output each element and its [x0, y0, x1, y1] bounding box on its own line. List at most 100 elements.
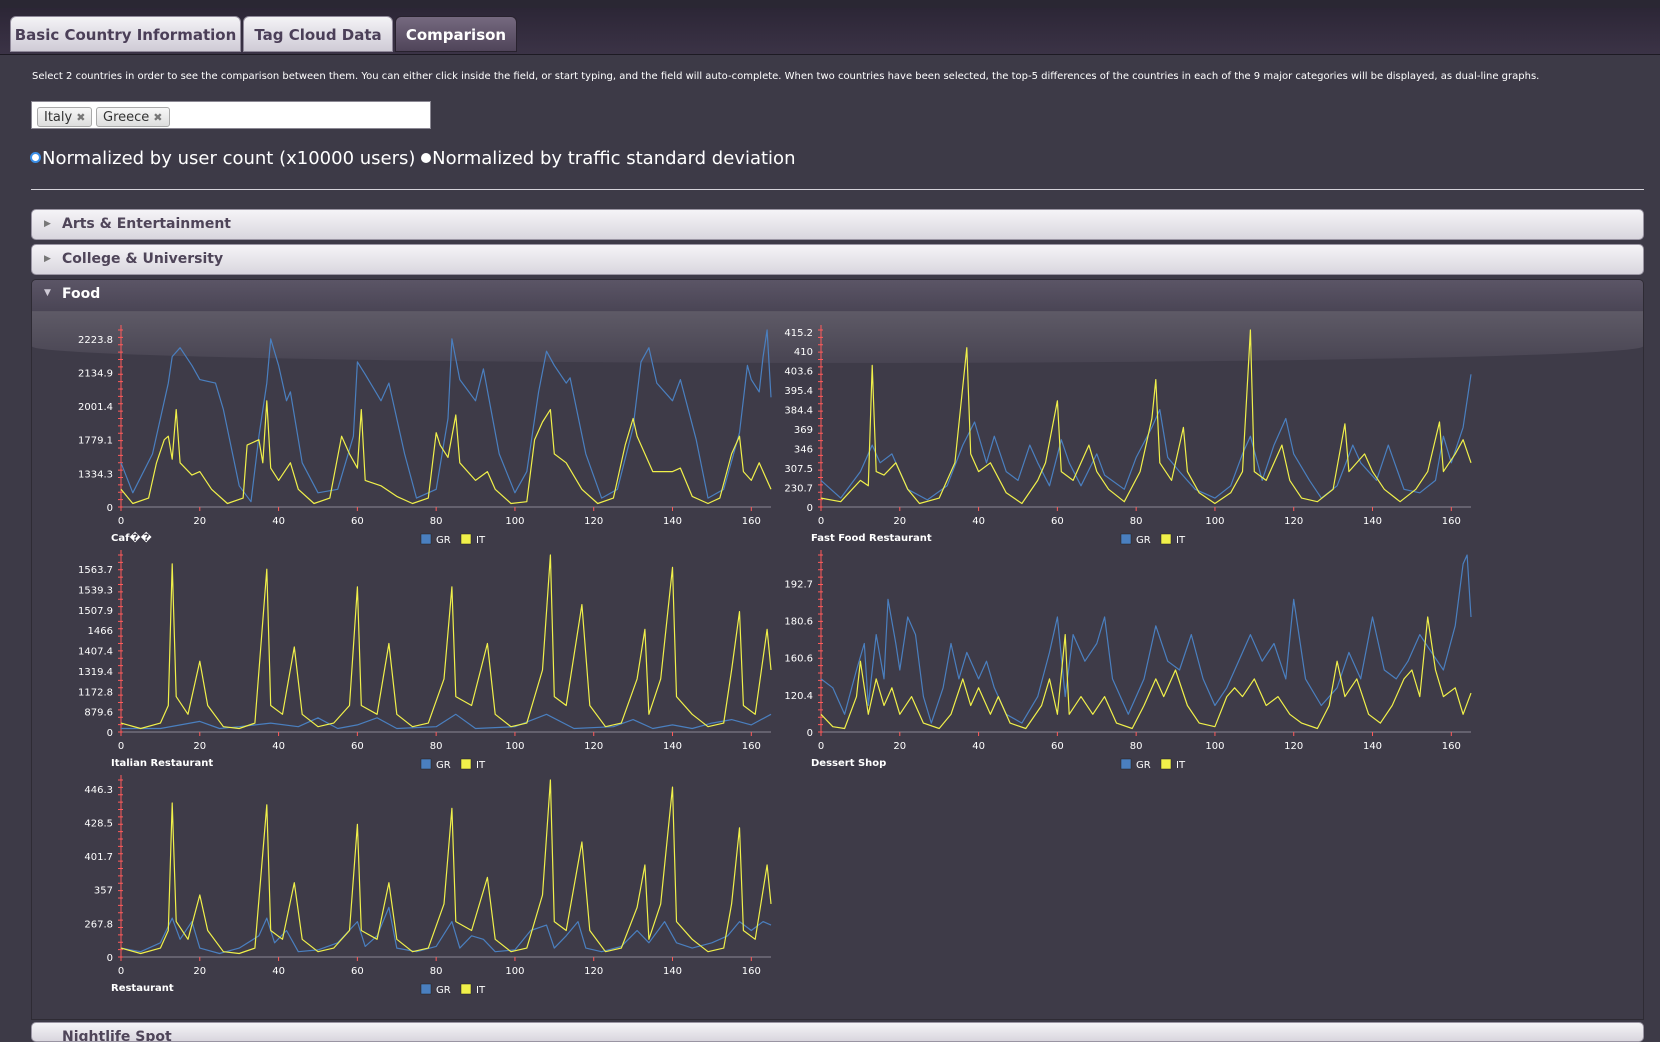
y-tick-label: 0 [807, 728, 813, 739]
legend-swatch-it [1160, 758, 1172, 770]
x-tick-label: 120 [584, 966, 603, 977]
series-line-it [120, 554, 772, 730]
x-tick-label: 160 [742, 966, 761, 977]
series-line-gr [820, 554, 1472, 724]
y-tick-label: 446.3 [84, 785, 113, 796]
legend-swatch-it [460, 758, 472, 770]
x-tick-label: 0 [118, 516, 124, 527]
x-tick-label: 60 [1051, 516, 1064, 527]
x-tick-label: 80 [1130, 516, 1143, 527]
chart-title: Restaurant [111, 983, 174, 994]
series-line-gr [120, 329, 772, 503]
x-tick-label: 0 [818, 516, 824, 527]
x-tick-label: 140 [663, 966, 682, 977]
x-tick-label: 160 [1442, 741, 1461, 752]
y-tick-label: 2001.4 [78, 402, 113, 413]
y-tick-label: 1466 [88, 626, 113, 637]
series-line-gr [120, 906, 772, 955]
x-tick-label: 20 [893, 516, 906, 527]
y-tick-label: 401.7 [84, 852, 113, 863]
y-tick-label: 1334.3 [78, 469, 113, 480]
y-tick-label: 0 [107, 953, 113, 964]
x-tick-label: 60 [351, 741, 364, 752]
y-tick-label: 160.6 [784, 654, 813, 665]
chart-title: Italian Restaurant [111, 758, 213, 769]
x-tick-label: 20 [193, 966, 206, 977]
y-tick-label: 357 [94, 886, 113, 897]
y-tick-label: 410 [794, 347, 813, 358]
x-tick-label: 100 [505, 516, 524, 527]
y-tick-label: 0 [107, 503, 113, 514]
y-tick-label: 1507.9 [78, 606, 113, 617]
legend-label: GR [436, 535, 451, 546]
chart-title: Dessert Shop [811, 758, 886, 769]
x-tick-label: 160 [742, 516, 761, 527]
y-tick-label: 415.2 [784, 328, 813, 339]
y-tick-label: 428.5 [84, 818, 113, 829]
y-tick-label: 0 [807, 503, 813, 514]
legend-label: IT [1176, 760, 1186, 771]
x-tick-label: 160 [742, 741, 761, 752]
x-tick-label: 120 [584, 741, 603, 752]
y-tick-label: 0 [107, 728, 113, 739]
x-tick-label: 40 [272, 516, 285, 527]
legend-swatch-it [460, 983, 472, 995]
y-tick-label: 1172.8 [78, 687, 113, 698]
x-tick-label: 60 [351, 516, 364, 527]
x-tick-label: 40 [972, 741, 985, 752]
x-tick-label: 80 [430, 966, 443, 977]
x-tick-label: 60 [1051, 741, 1064, 752]
legend-label: GR [436, 760, 451, 771]
x-tick-label: 140 [663, 516, 682, 527]
x-tick-label: 80 [430, 741, 443, 752]
legend-swatch-gr [1120, 758, 1132, 770]
y-tick-label: 384.4 [784, 406, 813, 417]
y-tick-label: 369 [794, 425, 813, 436]
x-tick-label: 160 [1442, 516, 1461, 527]
x-tick-label: 120 [1284, 516, 1303, 527]
legend-swatch-it [460, 533, 472, 545]
series-line-it [120, 400, 772, 505]
chart-title: Fast Food Restaurant [811, 533, 932, 544]
legend-label: IT [1176, 535, 1186, 546]
x-tick-label: 140 [1363, 516, 1382, 527]
series-line-gr [121, 713, 772, 730]
legend-swatch-gr [1120, 533, 1132, 545]
x-tick-label: 120 [584, 516, 603, 527]
x-tick-label: 0 [118, 741, 124, 752]
x-tick-label: 40 [272, 741, 285, 752]
x-tick-label: 20 [193, 741, 206, 752]
y-tick-label: 1563.7 [78, 565, 113, 576]
y-tick-label: 2134.9 [78, 368, 113, 379]
x-tick-label: 80 [430, 516, 443, 527]
x-tick-label: 100 [1205, 741, 1224, 752]
y-tick-label: 1779.1 [78, 436, 113, 447]
legend-label: GR [1136, 760, 1151, 771]
legend-label: IT [476, 535, 486, 546]
y-tick-label: 1539.3 [78, 586, 113, 597]
x-tick-label: 80 [1130, 741, 1143, 752]
y-tick-label: 879.6 [84, 708, 113, 719]
x-tick-label: 140 [663, 741, 682, 752]
x-tick-label: 20 [893, 741, 906, 752]
x-tick-label: 40 [972, 516, 985, 527]
y-tick-label: 395.4 [784, 386, 813, 397]
chart-title: Caf�� [111, 531, 152, 544]
legend-swatch-gr [420, 533, 432, 545]
x-tick-label: 0 [818, 741, 824, 752]
x-tick-label: 140 [1363, 741, 1382, 752]
y-tick-label: 192.7 [784, 579, 813, 590]
x-tick-label: 0 [118, 966, 124, 977]
food-charts: 0 1334.3 1779.1 2001.4 2134.9 2223.8 0 20 40 60 80… [78, 325, 1472, 996]
x-tick-label: 100 [505, 966, 524, 977]
legend-swatch-gr [420, 758, 432, 770]
y-tick-label: 180.6 [784, 616, 813, 627]
legend-label: GR [1136, 535, 1151, 546]
x-tick-label: 120 [1284, 741, 1303, 752]
x-tick-label: 20 [193, 516, 206, 527]
series-line-it [120, 779, 772, 955]
legend-label: GR [436, 985, 451, 996]
y-tick-label: 267.8 [84, 919, 113, 930]
series-line-gr [820, 374, 1472, 501]
legend-swatch-it [1160, 533, 1172, 545]
